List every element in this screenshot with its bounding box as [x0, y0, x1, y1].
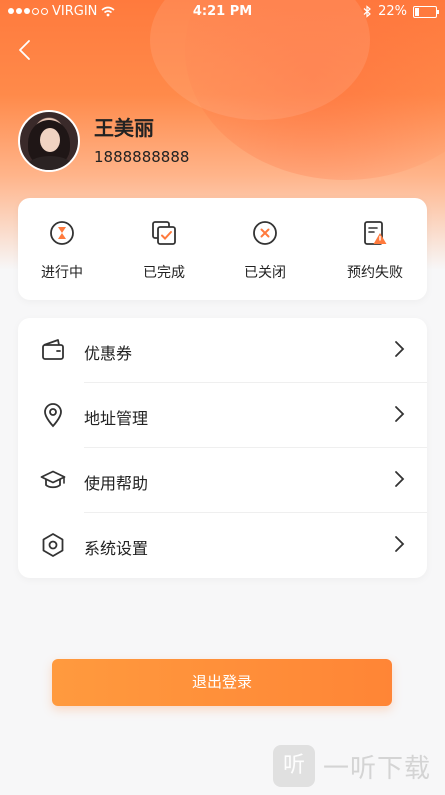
- menu-item-settings[interactable]: 系统设置: [18, 513, 427, 578]
- chevron-right-icon: [395, 471, 405, 487]
- failed-warning-icon: [364, 221, 387, 245]
- watermark-logo: 听: [272, 745, 315, 787]
- order-failed[interactable]: 预约失败: [325, 220, 425, 282]
- bluetooth-icon: [363, 5, 372, 18]
- chevron-right-icon: [395, 341, 405, 357]
- settings-hex-icon: [42, 533, 64, 557]
- watermark-text: 一听下载: [322, 753, 431, 784]
- completed-check-icon: [152, 221, 176, 245]
- menu-item-coupons[interactable]: 优惠券: [18, 318, 427, 383]
- hourglass-icon: [50, 221, 74, 245]
- order-label: 已完成: [143, 265, 185, 281]
- menu-card: 优惠券 地址管理 使用帮助 系统设置: [18, 318, 427, 578]
- battery-icon: [413, 5, 439, 18]
- user-phone: 1888888888: [94, 148, 190, 166]
- chevron-left-icon: [19, 40, 30, 60]
- back-button[interactable]: [14, 38, 38, 62]
- menu-item-help[interactable]: 使用帮助: [18, 448, 427, 513]
- order-label: 进行中: [41, 265, 83, 281]
- order-completed[interactable]: 已完成: [114, 220, 214, 282]
- chevron-right-icon: [395, 536, 405, 552]
- status-bar: VIRGIN 4:21 PM 22%: [0, 0, 445, 24]
- wallet-icon: [42, 339, 64, 360]
- menu-label: 系统设置: [84, 539, 149, 558]
- menu-item-address[interactable]: 地址管理: [18, 383, 427, 448]
- order-status-card: 进行中 已完成 已关闭 预约失败: [18, 198, 427, 300]
- menu-label: 地址管理: [84, 409, 149, 428]
- avatar[interactable]: [18, 110, 80, 172]
- user-name: 王美丽: [94, 116, 154, 140]
- chevron-right-icon: [395, 406, 405, 422]
- closed-x-icon: [253, 221, 277, 245]
- graduation-cap-icon: [40, 470, 66, 489]
- battery-percent: 22%: [378, 4, 407, 19]
- order-closed[interactable]: 已关闭: [215, 220, 315, 282]
- logout-button[interactable]: 退出登录: [52, 659, 392, 706]
- order-label: 已关闭: [244, 265, 286, 281]
- location-pin-icon: [44, 403, 62, 428]
- menu-label: 使用帮助: [84, 474, 149, 493]
- watermark: 听 一听下载: [272, 745, 431, 787]
- order-label: 预约失败: [347, 265, 403, 281]
- order-in-progress[interactable]: 进行中: [12, 220, 112, 282]
- menu-label: 优惠券: [84, 344, 133, 363]
